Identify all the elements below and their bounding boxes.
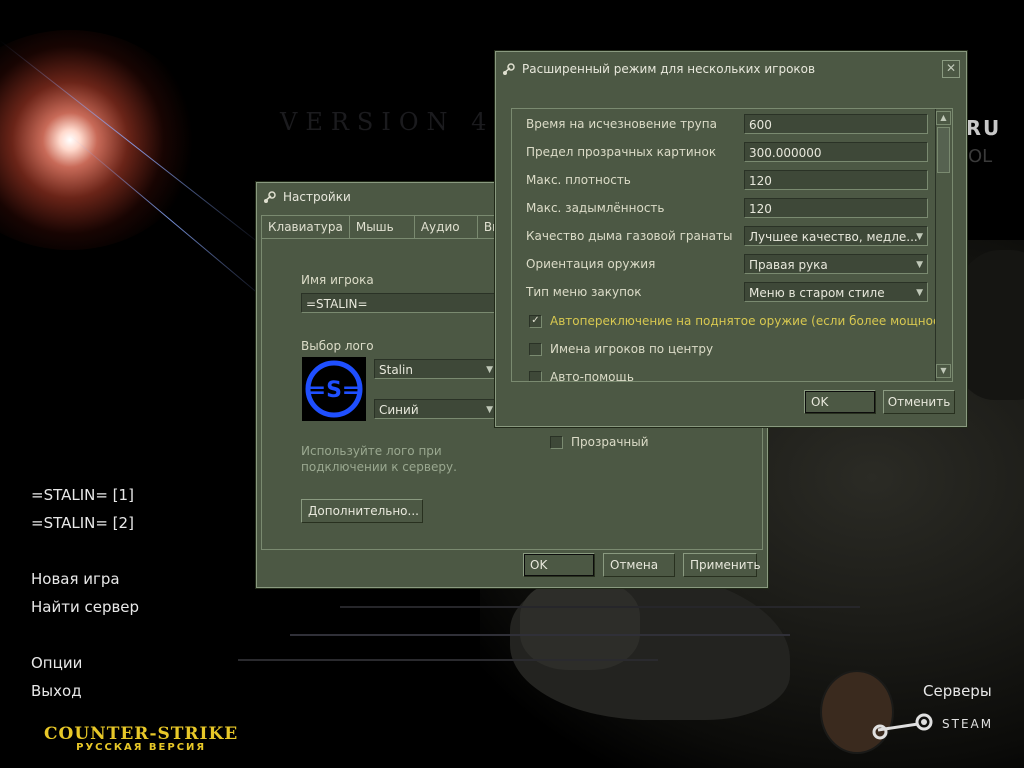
settings-ok-button[interactable]: OK [523, 553, 595, 577]
servers-link[interactable]: Серверы [923, 682, 992, 700]
checkbox-box[interactable] [550, 435, 563, 449]
autoswitch-label: Автопереключение на поднятое оружие (есл… [550, 314, 946, 328]
checkmark-icon[interactable]: ✓ [529, 314, 542, 328]
logo-select[interactable]: Stalin ▼ [374, 359, 498, 379]
logo-emblem-text: =S= [308, 378, 361, 403]
buy-menu-select[interactable]: Меню в старом стиле ▼ [744, 282, 928, 302]
chevron-down-icon: ▼ [486, 365, 493, 375]
vertical-scrollbar[interactable]: ▲ ▼ [935, 109, 952, 381]
logo-preview: =S= [302, 357, 366, 421]
field-label: Макс. задымлённость [526, 201, 665, 215]
combo-label: Тип меню закупок [526, 285, 642, 299]
combo-label: Качество дыма газовой гранаты [526, 229, 733, 243]
smoke-quality-select[interactable]: Лучшее качество, медле... ▼ [744, 226, 928, 246]
steam-icon [872, 713, 933, 740]
close-icon[interactable]: ✕ [942, 60, 960, 78]
weapon-hand-value: Правая рука [749, 258, 828, 272]
steam-label: STEAM [942, 717, 994, 731]
field-label: Макс. плотность [526, 173, 631, 187]
site-suffix-2: OL [968, 146, 993, 167]
auto-help-checkbox[interactable]: Авто-помощь [529, 370, 634, 382]
max-smoke-input[interactable]: 120 [744, 198, 928, 218]
settings-title: Настройки [283, 190, 351, 204]
settings-tabs: Клавиатура Мышь Аудио Ви [261, 215, 521, 238]
field-label: Предел прозрачных картинок [526, 145, 717, 159]
advanced-ok-button[interactable]: OK [804, 390, 876, 414]
logo-emblem-icon: =S= [305, 360, 363, 418]
corpse-time-input[interactable]: 600 [744, 114, 928, 134]
advanced-scroll-panel: Время на исчезновение трупа 600 Предел п… [511, 108, 953, 382]
options-link[interactable]: Опции [31, 654, 82, 672]
logo-color-value: Синий [379, 403, 419, 417]
logo-hint: Используйте лого при подключении к серве… [301, 443, 457, 475]
new-game-link[interactable]: Новая игра [31, 570, 120, 588]
chevron-down-icon: ▼ [916, 288, 923, 298]
decor-line [340, 606, 860, 608]
advanced-button[interactable]: Дополнительно... [301, 499, 423, 523]
decor-line [290, 634, 790, 636]
steam-small-icon [264, 191, 276, 203]
center-names-label: Имена игроков по центру [550, 342, 714, 356]
checkbox-box[interactable] [529, 370, 542, 381]
advanced-title: Расширенный режим для нескольких игроков [522, 62, 816, 76]
tab-keyboard[interactable]: Клавиатура [261, 215, 350, 238]
player-name-input[interactable]: =STALIN= [301, 293, 501, 313]
transparent-checkbox[interactable]: Прозрачный [550, 435, 649, 449]
decal-limit-input[interactable]: 300.000000 [744, 142, 928, 162]
tab-audio[interactable]: Аудио [413, 215, 478, 238]
buy-menu-value: Меню в старом стиле [749, 286, 885, 300]
recent-server-1[interactable]: =STALIN= [1] [31, 486, 134, 504]
autoswitch-checkbox[interactable]: ✓ Автопереключение на поднятое оружие (е… [529, 314, 945, 328]
settings-apply-button[interactable]: Применить [683, 553, 761, 577]
settings-cancel-button[interactable]: Отмена [603, 553, 675, 577]
field-label: Время на исчезновение трупа [526, 117, 717, 131]
checkbox-box[interactable] [529, 342, 542, 356]
cs-logo-title: COUNTER-STRIKE [44, 724, 239, 744]
combo-label: Ориентация оружия [526, 257, 656, 271]
max-density-input[interactable]: 120 [744, 170, 928, 190]
weapon-hand-select[interactable]: Правая рука ▼ [744, 254, 928, 274]
scroll-up-icon[interactable]: ▲ [936, 111, 951, 125]
steam-small-icon [503, 63, 515, 75]
chevron-down-icon: ▼ [916, 260, 923, 270]
logo-select-value: Stalin [379, 363, 413, 377]
logo-label: Выбор лого [301, 339, 374, 353]
auto-help-label: Авто-помощь [550, 370, 634, 382]
player-name-label: Имя игрока [301, 273, 374, 287]
logo-hint-line1: Используйте лого при [301, 444, 442, 458]
transparent-label: Прозрачный [571, 435, 649, 449]
advanced-cancel-button[interactable]: Отменить [883, 390, 955, 414]
scroll-down-icon[interactable]: ▼ [936, 364, 951, 378]
advanced-dialog: Расширенный режим для нескольких игроков… [495, 51, 967, 427]
tab-mouse[interactable]: Мышь [348, 215, 415, 238]
scroll-thumb[interactable] [937, 127, 950, 173]
logo-hint-line2: подключении к серверу. [301, 460, 457, 474]
chevron-down-icon: ▼ [916, 232, 923, 242]
smoke-quality-value: Лучшее качество, медле... [749, 230, 918, 244]
find-server-link[interactable]: Найти сервер [31, 598, 139, 616]
advanced-titlebar[interactable]: Расширенный режим для нескольких игроков [496, 52, 966, 86]
decor-line [238, 659, 658, 661]
steam-logo: STEAM [868, 712, 993, 746]
chevron-down-icon: ▼ [486, 405, 493, 415]
logo-color-select[interactable]: Синий ▼ [374, 399, 498, 419]
center-names-checkbox[interactable]: Имена игроков по центру [529, 342, 713, 356]
counter-strike-logo: COUNTER-STRIKE РУССКАЯ ВЕРСИЯ [44, 724, 238, 753]
recent-server-2[interactable]: =STALIN= [2] [31, 514, 134, 532]
version-watermark: VERSION 4. [280, 108, 511, 136]
quit-link[interactable]: Выход [31, 682, 82, 700]
